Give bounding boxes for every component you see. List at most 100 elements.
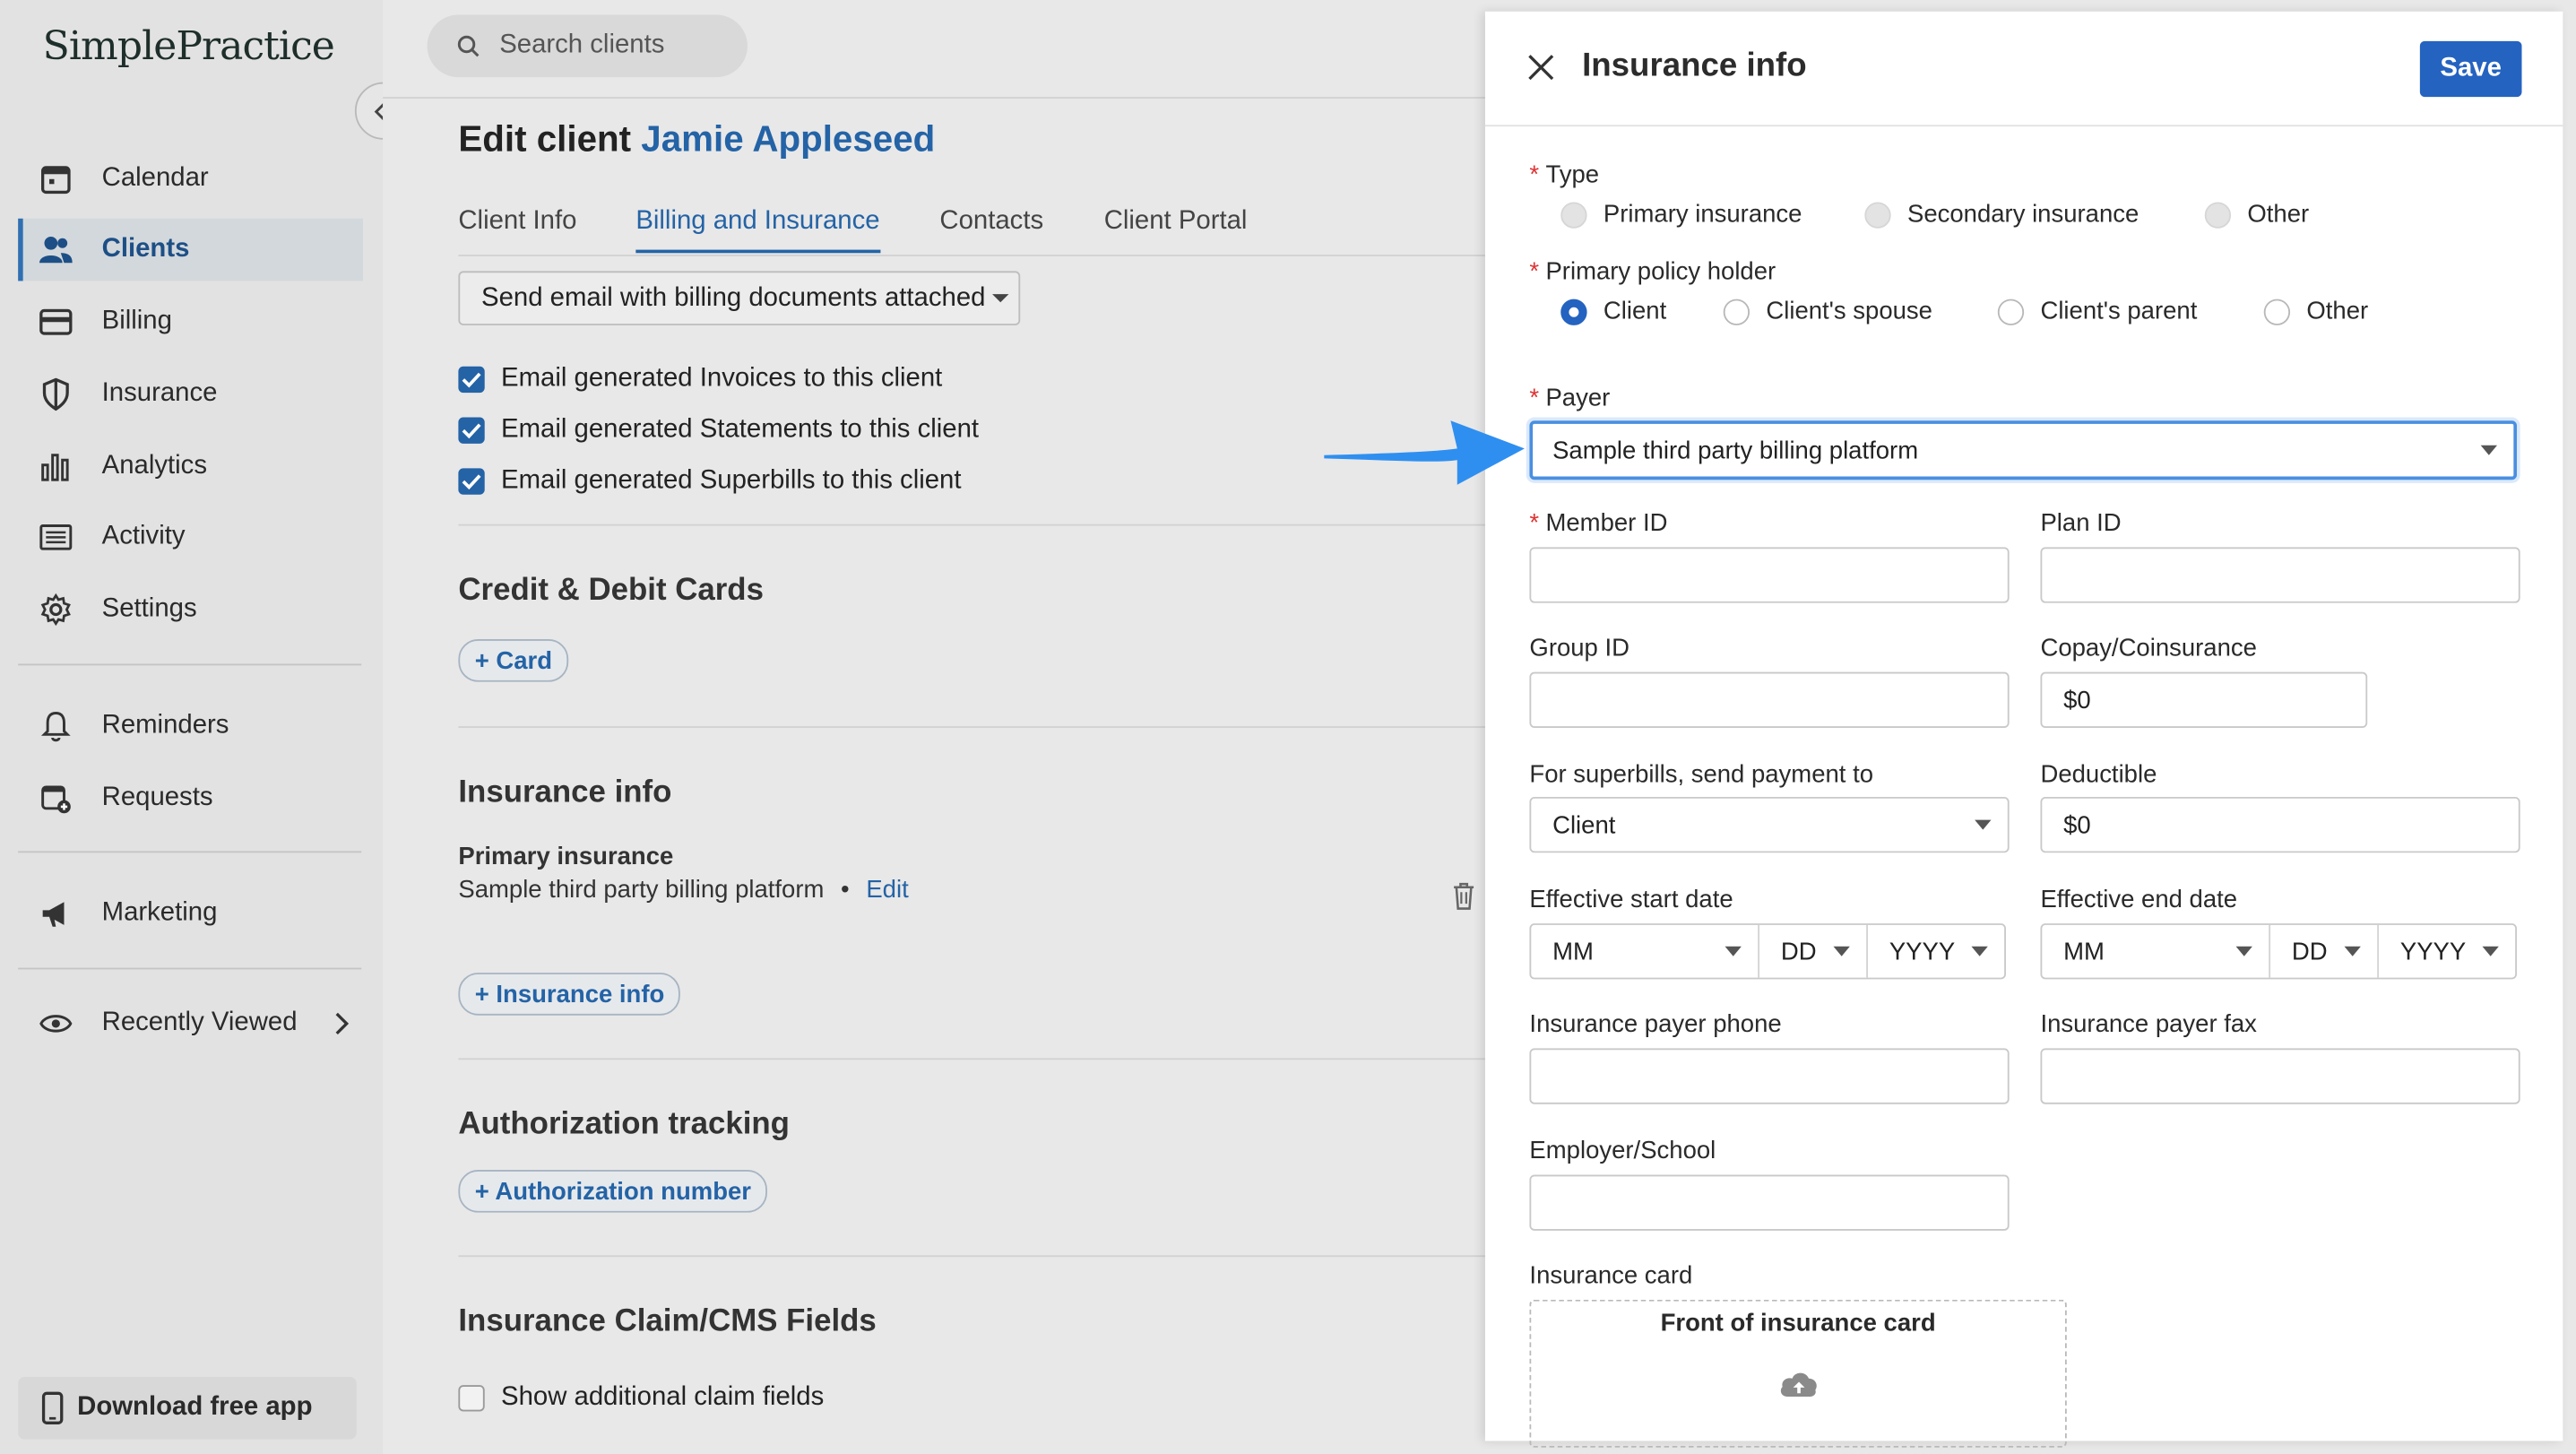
payer-select[interactable]: Sample third party billing platform: [1529, 420, 2518, 480]
calendar-plus-icon: [36, 779, 75, 818]
radio-dot[interactable]: [1560, 201, 1587, 228]
sidebar-item-activity[interactable]: Activity: [18, 506, 358, 569]
check-label: Email generated Statements to this clien…: [501, 415, 980, 444]
sidebar-item-recently-viewed[interactable]: Recently Viewed: [18, 992, 358, 1055]
radio-holder-client[interactable]: Client: [1560, 298, 1666, 325]
tabs-divider: [458, 255, 1485, 256]
shield-icon: [36, 375, 75, 414]
sidebar-item-label: Analytics: [101, 452, 208, 480]
tab-client-info[interactable]: Client Info: [458, 207, 576, 237]
radio-primary-insurance[interactable]: Primary insurance: [1560, 201, 1802, 229]
superbill-value: Client: [1552, 810, 1616, 839]
search-placeholder: Search clients: [499, 30, 665, 59]
superbill-label: For superbills, send payment to: [1529, 760, 1874, 789]
radio-dot[interactable]: [1723, 298, 1750, 325]
start-date-label: Effective start date: [1529, 885, 1733, 914]
checkbox-unchecked[interactable]: [458, 1385, 485, 1412]
sidebar-item-calendar[interactable]: Calendar: [18, 148, 358, 211]
close-icon[interactable]: [1525, 51, 1558, 84]
calendar-icon: [36, 160, 75, 199]
start-month-select[interactable]: MM: [1531, 924, 1760, 978]
radio-dot[interactable]: [1997, 298, 2025, 325]
chevron-right-icon: [335, 1012, 349, 1035]
tab-client-portal[interactable]: Client Portal: [1104, 207, 1248, 237]
sidebar-item-marketing[interactable]: Marketing: [18, 882, 358, 945]
download-app-button[interactable]: Download free app: [18, 1376, 357, 1440]
authorization-heading: Authorization tracking: [458, 1107, 790, 1142]
caret-down-icon: [2480, 445, 2498, 455]
caret-down-icon: [1725, 946, 1742, 956]
end-month-select[interactable]: MM: [2042, 924, 2271, 978]
sidebar-item-label: Clients: [101, 235, 190, 264]
radio-dot[interactable]: [1864, 201, 1891, 228]
tab-billing-and-insurance[interactable]: Billing and Insurance: [635, 207, 880, 254]
email-option-dropdown[interactable]: Send email with billing documents attach…: [458, 271, 1021, 325]
deductible-value: $0: [2063, 810, 2091, 839]
end-day-select[interactable]: DD: [2270, 924, 2380, 978]
sidebar-item-label: Settings: [101, 594, 197, 623]
add-authorization-button[interactable]: + Authorization number: [458, 1170, 768, 1213]
caret-down-icon: [991, 294, 1009, 303]
checkbox-checked[interactable]: [458, 468, 485, 495]
sidebar-item-settings[interactable]: Settings: [18, 578, 358, 641]
check-additional-claim-fields[interactable]: Show additional claim fields: [458, 1383, 824, 1413]
radio-dot-selected[interactable]: [1560, 298, 1587, 325]
section-divider: [458, 1058, 1485, 1060]
radio-dot[interactable]: [2204, 201, 2232, 228]
radio-secondary-insurance[interactable]: Secondary insurance: [1864, 201, 2139, 229]
plan-id-input[interactable]: [2040, 547, 2520, 603]
group-id-input[interactable]: [1529, 671, 2010, 728]
sidebar-item-requests[interactable]: Requests: [18, 767, 358, 830]
deductible-input[interactable]: $0: [2040, 796, 2520, 853]
client-name-link[interactable]: Jamie Appleseed: [641, 118, 935, 160]
cloud-upload-icon: [1780, 1372, 1817, 1397]
check-statements[interactable]: Email generated Statements to this clien…: [458, 416, 979, 446]
check-invoices[interactable]: Email generated Invoices to this client: [458, 365, 942, 394]
payer-fax-input[interactable]: [2040, 1048, 2520, 1104]
save-button[interactable]: Save: [2419, 40, 2522, 98]
superbill-select[interactable]: Client: [1529, 796, 2010, 853]
add-insurance-info-button[interactable]: + Insurance info: [458, 973, 681, 1016]
edit-insurance-link[interactable]: Edit: [866, 876, 908, 904]
section-divider: [458, 726, 1485, 728]
search-input[interactable]: Search clients: [427, 14, 748, 78]
primary-insurance-row: Sample third party billing platform • Ed…: [458, 876, 908, 904]
checkbox-checked[interactable]: [458, 366, 485, 394]
radio-dot[interactable]: [2263, 298, 2291, 325]
member-id-input[interactable]: [1529, 547, 2010, 603]
sidebar-item-label: Reminders: [101, 711, 229, 740]
drawer-header-divider: [1484, 125, 2563, 127]
download-app-label: Download free app: [77, 1393, 313, 1422]
start-year-select[interactable]: YYYY: [1868, 925, 2004, 978]
payer-fax-label: Insurance payer fax: [2040, 1010, 2257, 1039]
checkbox-checked[interactable]: [458, 417, 485, 444]
payer-phone-input[interactable]: [1529, 1048, 2010, 1104]
tab-contacts[interactable]: Contacts: [939, 207, 1043, 237]
sidebar-item-label: Activity: [101, 522, 186, 551]
claim-fields-heading: Insurance Claim/CMS Fields: [458, 1304, 877, 1339]
bar-chart-icon: [36, 447, 75, 487]
payer-label: * Payer: [1529, 384, 1611, 413]
radio-holder-spouse[interactable]: Client's spouse: [1723, 298, 1932, 325]
radio-holder-parent[interactable]: Client's parent: [1997, 298, 2197, 325]
sidebar-item-reminders[interactable]: Reminders: [18, 695, 358, 757]
radio-holder-other[interactable]: Other: [2263, 298, 2368, 325]
check-label: Show additional claim fields: [501, 1383, 825, 1412]
sidebar-item-analytics[interactable]: Analytics: [18, 436, 358, 498]
phone-icon: [41, 1391, 64, 1424]
employer-input[interactable]: [1529, 1174, 2010, 1231]
sidebar-item-label: Calendar: [101, 164, 209, 193]
check-superbills[interactable]: Email generated Superbills to this clien…: [458, 467, 962, 497]
radio-type-other[interactable]: Other: [2204, 201, 2309, 229]
add-card-button[interactable]: + Card: [458, 638, 569, 682]
sidebar-item-clients[interactable]: Clients: [18, 218, 364, 281]
trash-icon[interactable]: [1450, 880, 1476, 910]
start-day-select[interactable]: DD: [1759, 924, 1869, 978]
copay-input[interactable]: $0: [2040, 671, 2368, 728]
end-year-select[interactable]: YYYY: [2379, 925, 2515, 978]
sidebar-item-billing[interactable]: Billing: [18, 290, 358, 353]
sidebar-item-label: Recently Viewed: [101, 1008, 298, 1037]
member-id-label: * Member ID: [1529, 509, 1668, 538]
bullet-separator: •: [841, 875, 850, 904]
sidebar-item-insurance[interactable]: Insurance: [18, 363, 358, 426]
